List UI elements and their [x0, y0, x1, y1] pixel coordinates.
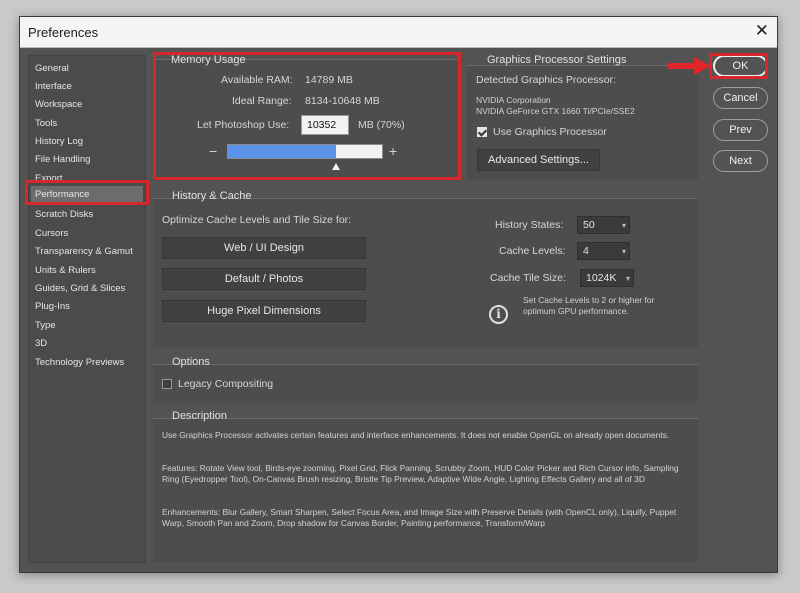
sidebar-item-transparency-gamut[interactable]: Transparency & Gamut — [35, 246, 133, 257]
sidebar-item-tools[interactable]: Tools — [35, 118, 57, 129]
use-gpu-label: Use Graphics Processor — [493, 126, 607, 138]
gpu-settings-title: Graphics Processor Settings — [487, 54, 627, 66]
sidebar-item-file-handling[interactable]: File Handling — [35, 154, 90, 165]
description-paragraph-2: Features: Rotate View tool, Birds-eye zo… — [162, 463, 679, 484]
legacy-compositing-label: Legacy Compositing — [178, 378, 274, 390]
gpu-model: NVIDIA GeForce GTX 1660 Ti/PCIe/SSE2 — [476, 106, 635, 116]
sidebar-item-scratch-disks[interactable]: Scratch Disks — [35, 209, 93, 220]
huge-pixel-dimensions-button[interactable]: Huge Pixel Dimensions — [162, 300, 366, 322]
sidebar-item-plug-ins[interactable]: Plug-Ins — [35, 301, 70, 312]
close-icon[interactable]: ✕ — [755, 21, 769, 41]
optimize-label: Optimize Cache Levels and Tile Size for: — [162, 214, 352, 226]
cache-levels-value: 4 — [583, 245, 589, 257]
sidebar-item-technology-previews[interactable]: Technology Previews — [35, 357, 124, 368]
advanced-settings-button[interactable]: Advanced Settings... — [477, 149, 600, 171]
chevron-down-icon: ▾ — [621, 247, 626, 256]
history-states-dropdown[interactable]: 50 ▾ — [577, 216, 630, 234]
title-bar: Preferences ✕ — [20, 17, 777, 48]
sidebar-item-units-rulers[interactable]: Units & Rulers — [35, 265, 96, 276]
default-photos-button[interactable]: Default / Photos — [162, 268, 366, 290]
description-title: Description — [172, 410, 228, 422]
use-gpu-checkbox[interactable] — [477, 127, 487, 137]
description-paragraph-3: Enhancements: Blur Gallery, Smart Sharpe… — [162, 507, 677, 528]
sidebar-item-guides-grid-slices[interactable]: Guides, Grid & Slices — [35, 283, 125, 294]
web-ui-design-button[interactable]: Web / UI Design — [162, 237, 366, 259]
ok-highlight-box — [709, 53, 768, 79]
next-button[interactable]: Next — [713, 150, 768, 172]
history-states-value: 50 — [583, 219, 595, 231]
chevron-down-icon: ▾ — [625, 274, 630, 283]
cache-tile-size-dropdown[interactable]: 1024K ▾ — [580, 269, 634, 287]
sidebar: General Interface Workspace Tools Histor… — [28, 55, 146, 563]
gpu-cache-hint-line-1: Set Cache Levels to 2 or higher for — [523, 295, 655, 305]
gpu-vendor: NVIDIA Corporation — [476, 95, 551, 105]
cache-levels-label: Cache Levels: — [499, 245, 566, 257]
sidebar-item-3d[interactable]: 3D — [35, 338, 47, 349]
options-title: Options — [172, 356, 210, 368]
sidebar-item-interface[interactable]: Interface — [35, 81, 72, 92]
history-states-label: History States: — [495, 219, 564, 231]
red-arrow-icon — [668, 57, 711, 75]
cache-tile-size-label: Cache Tile Size: — [490, 272, 566, 284]
cancel-button[interactable]: Cancel — [713, 87, 768, 109]
history-cache-title: History & Cache — [172, 190, 252, 202]
preferences-dialog: Preferences ✕ General Interface Workspac… — [19, 16, 778, 573]
sidebar-item-history-log[interactable]: History Log — [35, 136, 83, 147]
memory-usage-highlight-box — [153, 52, 461, 180]
sidebar-item-general[interactable]: General — [35, 63, 69, 74]
info-circle-icon: i — [489, 305, 508, 324]
sidebar-item-cursors[interactable]: Cursors — [35, 228, 68, 239]
performance-highlight-box — [25, 180, 149, 205]
legacy-compositing-checkbox[interactable] — [162, 379, 172, 389]
sidebar-item-workspace[interactable]: Workspace — [35, 99, 82, 110]
gpu-cache-hint-line-2: optimum GPU performance. — [523, 306, 629, 316]
sidebar-item-type[interactable]: Type — [35, 320, 56, 331]
prev-button[interactable]: Prev — [713, 119, 768, 141]
detected-gpu-label: Detected Graphics Processor: — [476, 74, 617, 86]
cache-levels-dropdown[interactable]: 4 ▾ — [577, 242, 630, 260]
window-title: Preferences — [28, 25, 99, 40]
cache-tile-size-value: 1024K — [586, 272, 617, 284]
chevron-down-icon: ▾ — [621, 221, 626, 230]
description-paragraph-1: Use Graphics Processor activates certain… — [162, 430, 670, 440]
